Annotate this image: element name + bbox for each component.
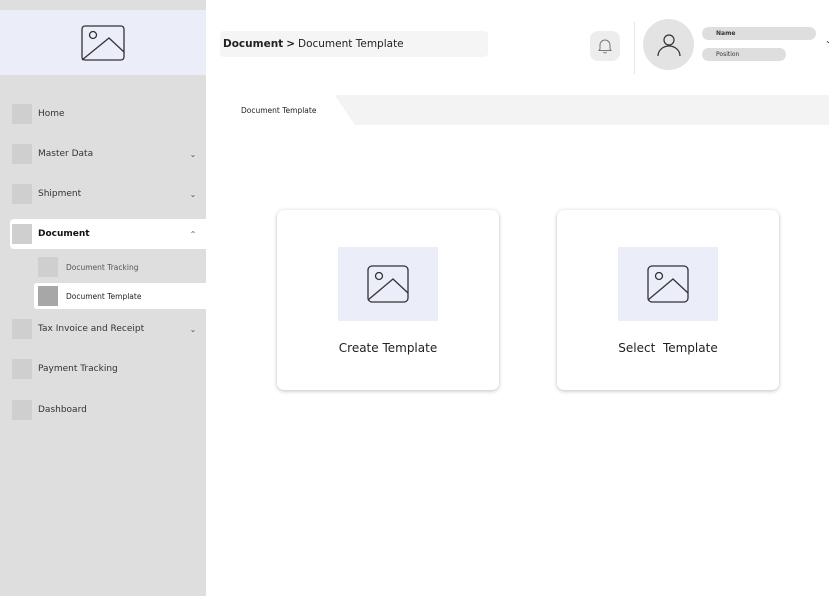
sidebar-item-label: Shipment [38,189,82,199]
sidebar: Home Master Data ⌄ Shipment ⌄ Document ⌃… [0,0,206,596]
chevron-up-icon: ⌃ [189,229,197,239]
card-image [618,247,718,321]
select-template-card[interactable]: Select Template [557,210,779,390]
sidebar-item-label: Master Data [38,149,94,159]
master-data-icon [12,144,32,164]
breadcrumb-current: Document Template [298,38,404,50]
logo [0,10,206,75]
card-title: Create Template [338,341,438,355]
sidebar-item-label: Dashboard [38,405,87,415]
user-position: Position [702,48,786,61]
document-template-icon [38,286,58,306]
tax-invoice-icon [12,319,32,339]
sidebar-item-shipment[interactable]: Shipment ⌄ [12,182,206,206]
sidebar-item-dashboard[interactable]: Dashboard [12,398,206,422]
sidebar-item-master-data[interactable]: Master Data ⌄ [12,142,206,166]
sidebar-item-document[interactable]: Document ⌃ [10,219,206,249]
chevron-down-icon: ⌄ [189,324,197,334]
sidebar-subitem-label: Document Tracking [66,262,139,272]
sidebar-item-label: Document [38,229,90,239]
bell-icon [598,39,612,54]
sidebar-item-tax-invoice[interactable]: Tax Invoice and Receipt ⌄ [12,317,206,341]
dashboard-icon [12,400,32,420]
tab-strip: Document Template [219,95,829,125]
sidebar-subitem-document-tracking[interactable]: Document Tracking [34,254,206,280]
sidebar-item-label: Payment Tracking [38,364,118,374]
card-image [338,247,438,321]
sidebar-item-label: Tax Invoice and Receipt [38,324,145,334]
sidebar-subitem-label: Document Template [66,291,142,301]
header-divider [634,22,635,74]
sidebar-subitem-document-template[interactable]: Document Template [34,283,206,309]
sidebar-item-home[interactable]: Home [12,102,206,126]
sidebar-item-payment-tracking[interactable]: Payment Tracking [12,357,206,381]
payment-icon [12,359,32,379]
chevron-down-icon[interactable]: ⌄ [825,36,829,45]
sidebar-item-label: Home [38,109,65,119]
shipment-icon [12,184,32,204]
breadcrumb-parent[interactable]: Document [223,38,283,50]
notification-button[interactable] [590,31,620,61]
create-template-card[interactable]: Create Template [277,210,499,390]
breadcrumb-separator: > [286,38,295,50]
image-placeholder-icon [367,265,409,303]
home-icon [12,104,32,124]
breadcrumb: Document > Document Template [220,31,488,57]
avatar[interactable] [643,19,694,70]
header: Document > Document Template Name Positi… [206,10,829,76]
document-icon [12,224,32,244]
image-placeholder-icon [647,265,689,303]
user-name: Name [702,27,816,40]
image-placeholder-icon [81,24,125,61]
card-title: Select Template [618,341,718,355]
tab-document-template[interactable]: Document Template [219,95,355,125]
user-icon [656,33,681,56]
chevron-down-icon: ⌄ [189,189,197,199]
document-tracking-icon [38,257,58,277]
chevron-down-icon: ⌄ [189,149,197,159]
